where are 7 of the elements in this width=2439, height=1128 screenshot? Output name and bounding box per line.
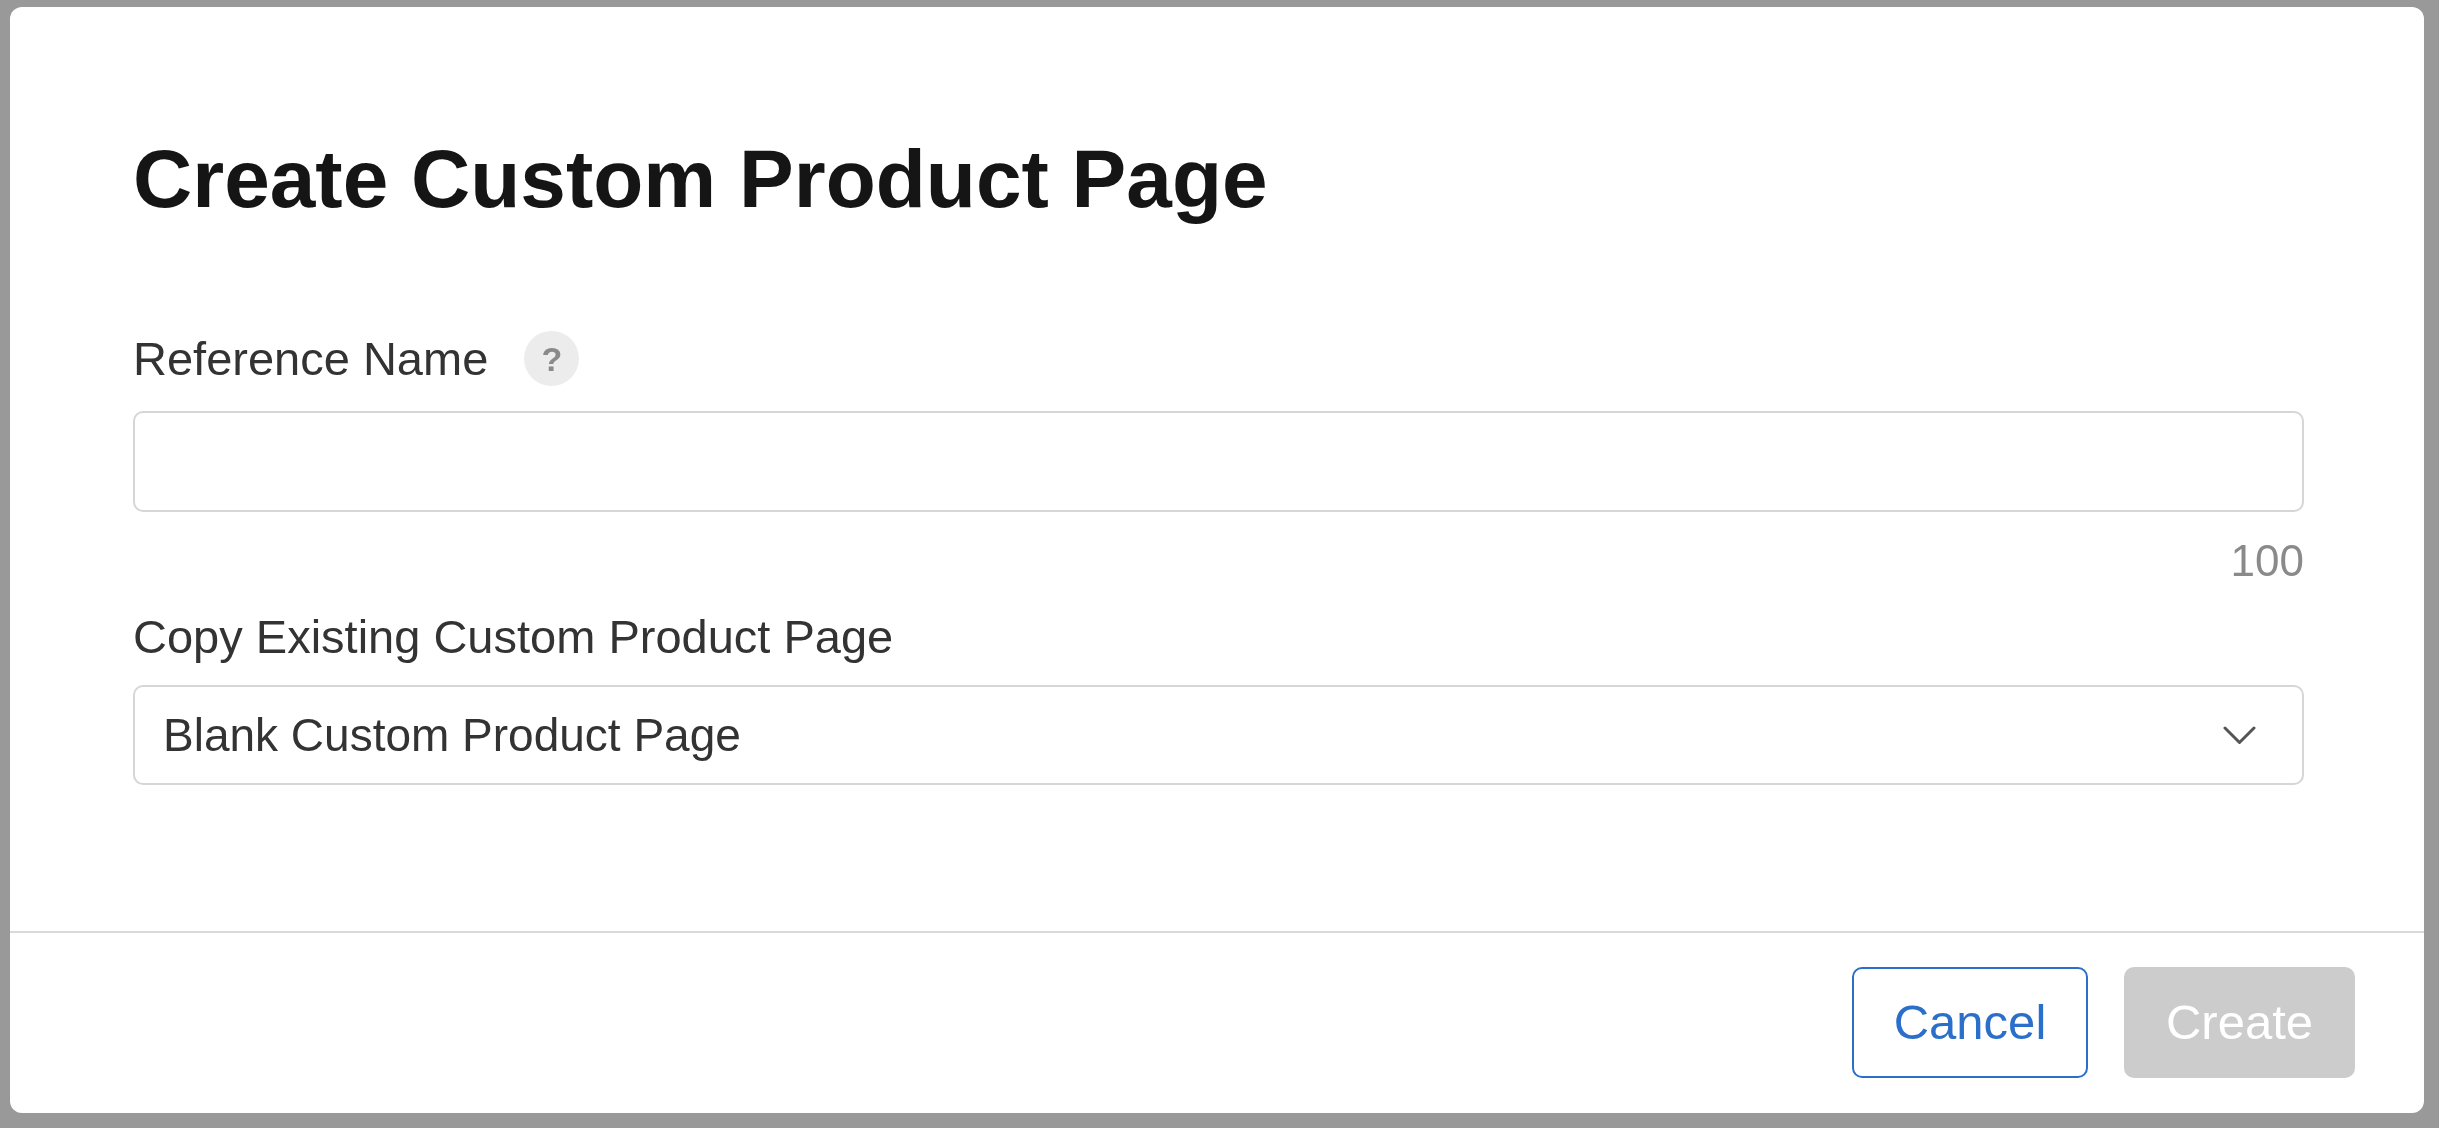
text-input[interactable]	[133, 411, 2304, 512]
select-dropdown[interactable]: Blank Custom Product Page	[133, 685, 2304, 785]
character-count: 100	[2230, 539, 2304, 583]
chevron-down-icon	[2223, 725, 2256, 745]
help-button[interactable]: ?	[524, 331, 580, 386]
cancel-button[interactable]: Cancel	[1852, 967, 2088, 1078]
field-label: Reference Name	[133, 335, 489, 382]
